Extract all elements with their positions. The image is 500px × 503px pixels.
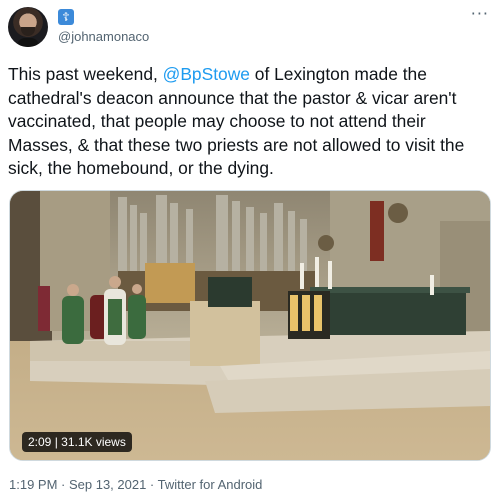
avatar-beard <box>21 27 35 36</box>
more-options-icon[interactable]: ··· <box>471 4 489 23</box>
video-player[interactable]: 2:09 | 31.1K views <box>9 190 491 461</box>
author-handle[interactable]: @johnamonaco <box>58 29 149 44</box>
avatar-collar <box>17 38 39 47</box>
video-frame <box>10 191 490 460</box>
video-duration-views: 2:09 | 31.1K views <box>22 432 132 452</box>
tweet-text-start: This past weekend, <box>8 64 163 84</box>
mention-link[interactable]: @BpStowe <box>163 64 250 84</box>
tweet-timestamp[interactable]: 1:19 PM · Sep 13, 2021 · Twitter for And… <box>9 477 262 492</box>
avatar[interactable] <box>8 7 48 47</box>
tweet-text: This past weekend, @BpStowe of Lexington… <box>8 63 494 181</box>
cross-icon: ☦ <box>58 9 74 25</box>
